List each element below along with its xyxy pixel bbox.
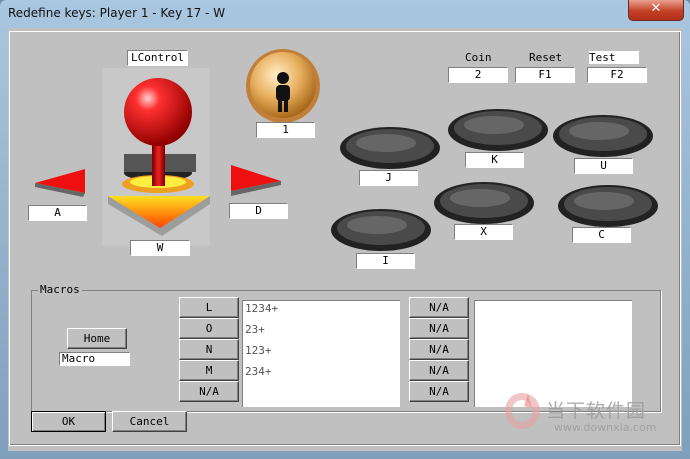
macro-line: 123+ [245, 344, 272, 357]
joystick-left-key[interactable]: A [28, 205, 87, 221]
reset-caption: Reset [529, 51, 563, 64]
macros-caption: Macros [38, 283, 82, 296]
dialog-client: LControl A D W 1 Coin 2 Reset F1 Test F2… [8, 28, 682, 451]
macro-key-4[interactable]: M [179, 360, 239, 381]
coin-button-graphic [246, 49, 320, 123]
arcade-button-u[interactable] [551, 110, 655, 158]
joystick-left-arrow [35, 169, 85, 197]
arcade-button-c[interactable] [556, 180, 660, 228]
macro-key-3[interactable]: N [179, 339, 239, 360]
macro-field[interactable]: Macro [59, 352, 130, 366]
macro-line: 234+ [245, 365, 272, 378]
close-icon: ✕ [650, 1, 662, 16]
arcade-button-x[interactable] [432, 177, 536, 225]
window-title: Redefine keys: Player 1 - Key 17 - W [8, 6, 226, 20]
joystick-key-field[interactable]: LControl [127, 50, 188, 66]
macro-right-key-3[interactable]: N/A [409, 339, 469, 360]
test-caption: Test [589, 51, 639, 64]
arcade-key-u[interactable]: U [574, 158, 633, 174]
arcade-key-x[interactable]: X [454, 224, 513, 240]
test-key-field[interactable]: F2 [587, 67, 647, 83]
watermark-logo [505, 393, 540, 429]
joystick-down-key[interactable]: W [130, 240, 190, 256]
watermark-brand: 当下软件园 [546, 400, 647, 422]
macro-sequence-list[interactable]: 1234+ 23+ 123+ 234+ [242, 300, 400, 407]
ok-button[interactable]: OK [31, 411, 106, 432]
macro-right-key-5[interactable]: N/A [409, 381, 469, 402]
arcade-button-i[interactable] [329, 204, 433, 252]
arcade-button-j[interactable] [338, 122, 442, 170]
cancel-button[interactable]: Cancel [112, 411, 187, 432]
macro-key-5[interactable]: N/A [179, 381, 239, 402]
joystick-right-key[interactable]: D [229, 203, 288, 219]
watermark-url: www.downxia.com [554, 421, 657, 434]
macro-key-2[interactable]: O [179, 318, 239, 339]
coin-caption: Coin [465, 51, 492, 64]
macro-sequence-list-2[interactable] [474, 300, 632, 407]
reset-key-field[interactable]: F1 [515, 67, 575, 83]
arcade-button-k[interactable] [446, 104, 550, 152]
title-bar[interactable]: Redefine keys: Player 1 - Key 17 - W ✕ [0, 0, 690, 28]
dialog-window: Redefine keys: Player 1 - Key 17 - W ✕ L… [0, 0, 690, 459]
arcade-key-j[interactable]: J [359, 170, 418, 186]
arcade-key-i[interactable]: I [356, 253, 415, 269]
joystick-right-arrow [231, 165, 281, 196]
coin-key-field[interactable]: 2 [448, 67, 508, 83]
arcade-key-k[interactable]: K [465, 152, 524, 168]
macro-right-key-4[interactable]: N/A [409, 360, 469, 381]
macro-right-key-1[interactable]: N/A [409, 297, 469, 318]
macro-key-1[interactable]: L [179, 297, 239, 318]
home-button[interactable]: Home [67, 328, 127, 349]
macro-right-key-2[interactable]: N/A [409, 318, 469, 339]
arcade-key-c[interactable]: C [572, 227, 631, 243]
close-button[interactable]: ✕ [628, 0, 684, 21]
macro-line: 1234+ [245, 302, 279, 315]
macro-line: 23+ [245, 323, 265, 336]
joystick-graphic [102, 68, 210, 246]
coin-button-key[interactable]: 1 [256, 122, 315, 138]
